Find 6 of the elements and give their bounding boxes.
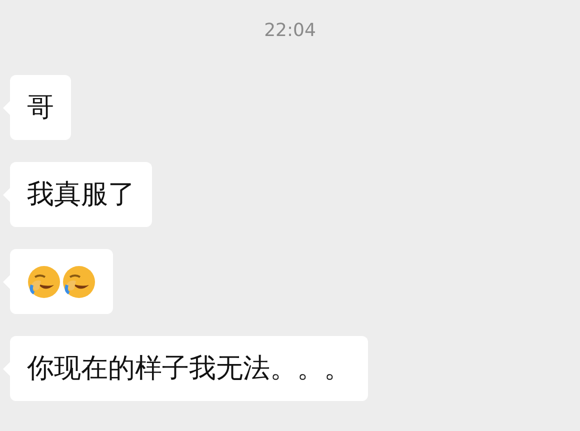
facepalm-emoji-icon — [27, 264, 61, 298]
message-text: 哥 — [27, 92, 54, 124]
message-text: 我真服了 — [27, 178, 135, 210]
message-text: 你现在的样子我无法。。。 — [27, 352, 351, 384]
message-time: 22:04 — [264, 19, 316, 43]
facepalm-emoji-icon — [62, 264, 96, 298]
